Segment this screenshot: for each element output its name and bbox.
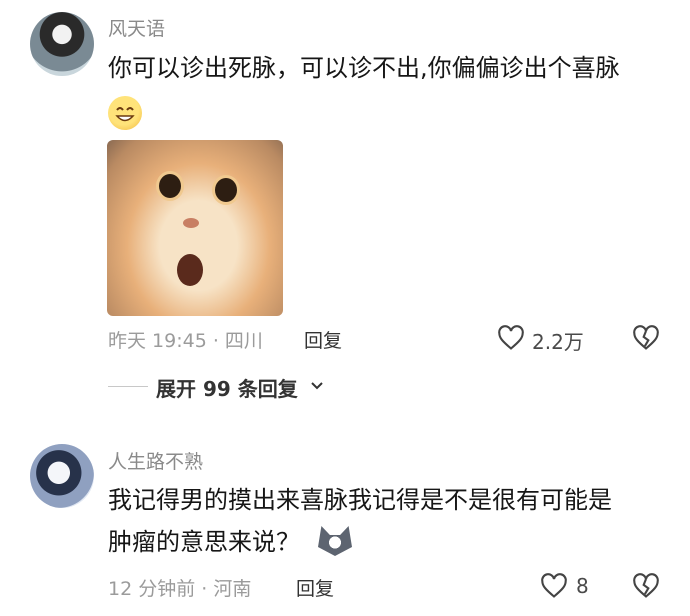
cat-mouth	[177, 254, 203, 286]
wolf-emoji	[318, 526, 352, 556]
reply-button[interactable]: 回复	[296, 574, 334, 601]
broken-heart-icon[interactable]	[632, 324, 660, 352]
comment-username[interactable]: 风天语	[108, 14, 165, 41]
avatar[interactable]	[30, 12, 94, 76]
smile-emoji	[108, 96, 142, 130]
reply-button[interactable]: 回复	[304, 326, 342, 353]
like-count: 2.2万	[532, 330, 584, 354]
heart-outline-icon[interactable]	[540, 572, 568, 600]
comment-time: 12 分钟前 · 河南	[108, 578, 252, 600]
comment-time: 昨天 19:45 · 四川	[108, 330, 263, 352]
comment-username[interactable]: 人生路不熟	[108, 447, 203, 474]
heart-outline-icon[interactable]	[497, 324, 525, 352]
broken-heart-icon[interactable]	[632, 572, 660, 600]
chevron-down-icon[interactable]	[310, 378, 324, 392]
like-count: 8	[576, 574, 589, 598]
comment-text: 你可以诊出死脉，可以诊不出,你偏偏诊出个喜脉	[108, 54, 620, 82]
cat-eye	[159, 174, 181, 198]
cat-nose	[183, 218, 199, 228]
cat-sticker-image[interactable]	[107, 140, 283, 316]
cat-eye	[215, 178, 237, 202]
expand-replies-button[interactable]: 展开 99 条回复	[156, 373, 298, 402]
reply-divider-line	[108, 386, 148, 387]
comment-text-line2: 肿瘤的意思来说？	[108, 528, 300, 556]
comment-text-line1: 我记得男的摸出来喜脉我记得是不是很有可能是	[108, 486, 612, 514]
avatar[interactable]	[30, 444, 94, 508]
